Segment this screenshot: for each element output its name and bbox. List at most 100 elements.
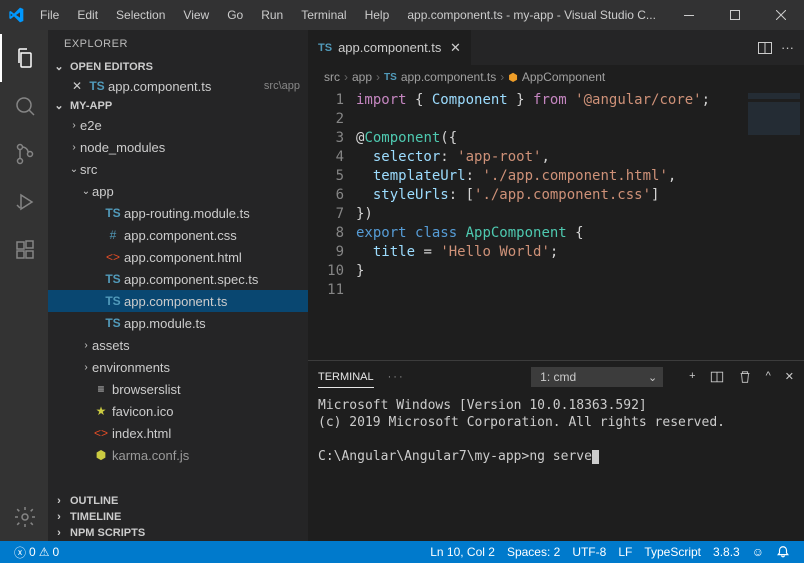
status-spaces[interactable]: Spaces: 2 xyxy=(501,541,566,563)
file-row[interactable]: TSapp.module.ts xyxy=(48,312,308,334)
activity-bar xyxy=(0,30,48,541)
file-row[interactable]: ★favicon.ico xyxy=(48,400,308,422)
minimize-button[interactable] xyxy=(666,0,712,30)
open-editor-path: src\app xyxy=(264,80,300,92)
file-row[interactable]: TSapp.component.ts xyxy=(48,290,308,312)
breadcrumb[interactable]: src› app› TS app.component.ts› ⬢ AppComp… xyxy=(308,65,804,89)
section-label: TIMELINE xyxy=(70,511,121,523)
chevron-down-icon: ⌄ xyxy=(80,186,92,197)
menu-edit[interactable]: Edit xyxy=(69,4,106,26)
tree-label: favicon.ico xyxy=(112,404,300,419)
tree-label: app-routing.module.ts xyxy=(124,206,300,221)
terminal-panel: TERMINAL ··· 1: cmd ⌄ + ^ ✕ Microsoft Wi… xyxy=(308,360,804,541)
file-row[interactable]: <>app.component.html xyxy=(48,246,308,268)
activity-explorer[interactable] xyxy=(0,34,48,82)
maximize-panel-icon[interactable]: ^ xyxy=(766,370,771,384)
section-workspace[interactable]: ⌄MY-APP xyxy=(48,97,308,114)
status-encoding[interactable]: UTF-8 xyxy=(566,541,612,563)
kill-terminal-icon[interactable] xyxy=(738,370,752,384)
file-row[interactable]: ≡browserslist xyxy=(48,378,308,400)
menu-go[interactable]: Go xyxy=(219,4,251,26)
typescript-icon: TS xyxy=(104,316,122,330)
tree-label: environments xyxy=(92,360,300,375)
status-feedback-icon[interactable]: ☺ xyxy=(746,541,770,563)
terminal-cursor xyxy=(592,450,599,464)
more-actions-icon[interactable]: ··· xyxy=(781,40,794,56)
js-icon: ⬢ xyxy=(92,448,110,462)
chevron-down-icon: ⌄ xyxy=(68,164,80,175)
new-terminal-icon[interactable]: + xyxy=(689,370,695,384)
tree-label: index.html xyxy=(112,426,300,441)
tab-close-icon[interactable]: ✕ xyxy=(447,40,463,56)
tree-label: karma.conf.js xyxy=(112,448,300,463)
panel-tab-terminal[interactable]: TERMINAL xyxy=(318,367,374,388)
favicon-icon: ★ xyxy=(92,404,110,418)
folder-row[interactable]: ›node_modules xyxy=(48,136,308,158)
status-lncol[interactable]: Ln 10, Col 2 xyxy=(424,541,501,563)
file-row[interactable]: TSapp.component.spec.ts xyxy=(48,268,308,290)
section-timeline[interactable]: › TIMELINE xyxy=(48,509,308,525)
file-row[interactable]: <>index.html xyxy=(48,422,308,444)
menubar: File Edit Selection View Go Run Terminal… xyxy=(32,4,397,26)
chevron-right-icon: › xyxy=(52,511,66,523)
window-controls xyxy=(666,0,804,30)
menu-run[interactable]: Run xyxy=(253,4,291,26)
activity-debug[interactable] xyxy=(0,178,48,226)
terminal-body[interactable]: Microsoft Windows [Version 10.0.18363.59… xyxy=(308,393,804,541)
class-icon: ⬢ xyxy=(508,71,518,84)
file-row[interactable]: TSapp-routing.module.ts xyxy=(48,202,308,224)
editor-tab[interactable]: TS app.component.ts ✕ xyxy=(308,30,471,65)
maximize-button[interactable] xyxy=(712,0,758,30)
breadcrumb-item[interactable]: src xyxy=(324,70,340,84)
section-npm-scripts[interactable]: ›NPM SCRIPTS xyxy=(48,525,308,541)
menu-terminal[interactable]: Terminal xyxy=(293,4,354,26)
status-eol[interactable]: LF xyxy=(612,541,638,563)
file-row[interactable]: ⬢karma.conf.js xyxy=(48,444,308,466)
file-row[interactable]: #app.component.css xyxy=(48,224,308,246)
status-tsver[interactable]: 3.8.3 xyxy=(707,541,746,563)
editor-body[interactable]: 1234567891011 import { Component } from … xyxy=(308,89,804,360)
close-button[interactable] xyxy=(758,0,804,30)
status-lang[interactable]: TypeScript xyxy=(638,541,707,563)
section-outline[interactable]: ›OUTLINE xyxy=(48,493,308,509)
code-content[interactable]: import { Component } from '@angular/core… xyxy=(356,89,748,360)
editor-area: TS app.component.ts ✕ ··· src› app› TS a… xyxy=(308,30,804,541)
breadcrumb-item[interactable]: AppComponent xyxy=(522,70,605,84)
activity-settings[interactable] xyxy=(0,493,48,541)
breadcrumb-item[interactable]: app.component.ts xyxy=(401,70,496,84)
split-terminal-icon[interactable] xyxy=(710,370,724,384)
folder-row[interactable]: ›assets xyxy=(48,334,308,356)
split-editor-icon[interactable] xyxy=(757,40,773,56)
open-editors-tree: ✕ TS app.component.ts src\app xyxy=(48,75,308,97)
status-bell-icon[interactable] xyxy=(770,541,796,563)
vscode-logo-icon xyxy=(8,7,24,23)
menu-help[interactable]: Help xyxy=(357,4,398,26)
minimap[interactable] xyxy=(748,89,804,360)
terminal-select[interactable]: 1: cmd ⌄ xyxy=(531,367,663,387)
breadcrumb-item[interactable]: app xyxy=(352,70,372,84)
chevron-right-icon: › xyxy=(68,120,80,131)
menu-file[interactable]: File xyxy=(32,4,67,26)
folder-row[interactable]: ⌄src xyxy=(48,158,308,180)
close-panel-icon[interactable]: ✕ xyxy=(785,370,794,384)
close-icon[interactable]: ✕ xyxy=(68,79,86,93)
menu-view[interactable]: View xyxy=(175,4,217,26)
folder-row[interactable]: ›e2e xyxy=(48,114,308,136)
activity-scm[interactable] xyxy=(0,130,48,178)
activity-extensions[interactable] xyxy=(0,226,48,274)
folder-row[interactable]: ›environments xyxy=(48,356,308,378)
terminal-select-value: 1: cmd xyxy=(531,367,663,387)
folder-row[interactable]: ⌄app xyxy=(48,180,308,202)
open-editor-item[interactable]: ✕ TS app.component.ts src\app xyxy=(48,75,308,97)
open-editor-name: app.component.ts xyxy=(108,79,260,94)
section-open-editors[interactable]: ⌄OPEN EDITORS xyxy=(48,58,308,75)
typescript-icon: TS xyxy=(384,72,397,83)
sidebar-title: EXPLORER xyxy=(48,30,308,58)
tree-label: app.component.css xyxy=(124,228,300,243)
panel-tab-more[interactable]: ··· xyxy=(388,367,405,387)
menu-selection[interactable]: Selection xyxy=(108,4,173,26)
status-errors[interactable]: ⓧ0⚠0 xyxy=(8,541,65,563)
chevron-right-icon: › xyxy=(52,527,66,539)
activity-search[interactable] xyxy=(0,82,48,130)
tree-label: assets xyxy=(92,338,300,353)
